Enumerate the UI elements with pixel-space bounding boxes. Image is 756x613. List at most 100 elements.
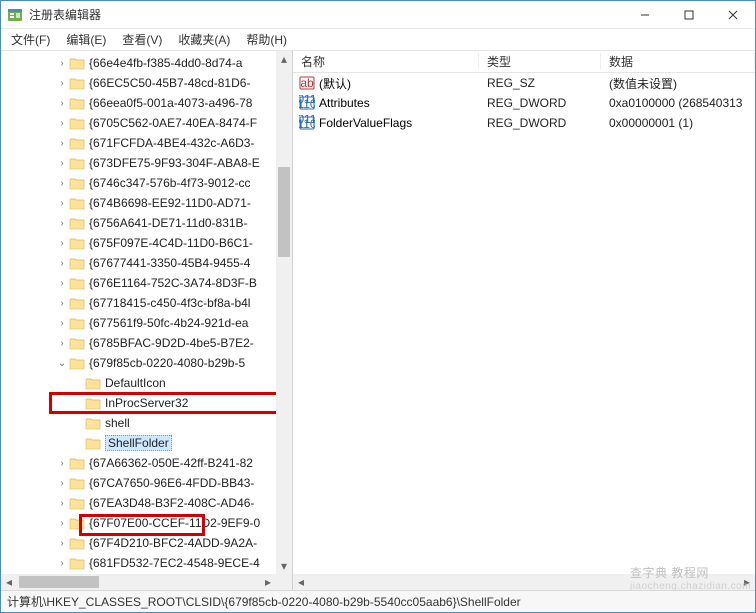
list-item[interactable]: ab(默认)REG_SZ(数值未设置) [293, 73, 755, 93]
folder-icon [69, 476, 85, 490]
folder-icon [69, 356, 85, 370]
folder-icon [85, 436, 101, 450]
tree-item-label: {671FCFDA-4BE4-432c-A6D3- [89, 136, 254, 150]
chevron-right-icon[interactable]: › [55, 498, 69, 509]
scroll-up-icon[interactable]: ▴ [276, 51, 292, 67]
tree-item-label: {67677441-3350-45B4-9455-4 [89, 256, 250, 270]
tree-item[interactable]: › {671FCFDA-4BE4-432c-A6D3- [1, 133, 276, 153]
tree-item[interactable]: ›{673DFE75-9F93-304F-ABA8-E [1, 153, 276, 173]
list-rows: ab(默认)REG_SZ(数值未设置)011110AttributesREG_D… [293, 73, 755, 133]
close-button[interactable] [711, 1, 755, 28]
tree-horizontal-scrollbar[interactable]: ◂ ▸ [1, 574, 276, 590]
tree-item[interactable]: › {66EC5C50-45B7-48cd-81D6- [1, 73, 276, 93]
tree-item[interactable]: › {67A66362-050E-42ff-B241-82 [1, 453, 276, 473]
tree-item[interactable]: ›{677561f9-50fc-4b24-921d-ea [1, 313, 276, 333]
tree-item[interactable]: ›{67EA3D48-B3F2-408C-AD46- [1, 493, 276, 513]
tree-item[interactable]: ›{675F097E-4C4D-11D0-B6C1- [1, 233, 276, 253]
list-item[interactable]: 011110FolderValueFlagsREG_DWORD0x0000000… [293, 113, 755, 133]
folder-icon [69, 536, 85, 550]
col-data[interactable]: 数据 [601, 53, 755, 70]
tree-item[interactable]: ›{66e4e4fb-f385-4dd0-8d74-a [1, 53, 276, 73]
tree-item[interactable]: ›{67CA7650-96E6-4FDD-BB43- [1, 473, 276, 493]
chevron-right-icon[interactable]: › [55, 318, 69, 329]
scroll-down-icon[interactable]: ▾ [276, 558, 292, 574]
tree-item[interactable]: › {67F07E00-CCEF-11D2-9EF9-0 [1, 513, 276, 533]
chevron-right-icon[interactable]: › [55, 78, 69, 89]
tree-item[interactable]: › {6705C562-0AE7-40EA-8474-F [1, 113, 276, 133]
tree-viewport[interactable]: ›{66e4e4fb-f385-4dd0-8d74-a›{66EC5C50-45… [1, 51, 276, 574]
folder-icon [69, 156, 85, 170]
list-item[interactable]: 011110AttributesREG_DWORD0xa0100000 (268… [293, 93, 755, 113]
tree-item[interactable]: ›{66eea0f5-001a-4073-a496-78 [1, 93, 276, 113]
folder-icon [69, 96, 85, 110]
value-type: REG_DWORD [479, 96, 601, 110]
chevron-right-icon[interactable]: › [55, 458, 69, 469]
scroll-right-icon[interactable]: ▸ [260, 574, 276, 590]
list-horizontal-scrollbar[interactable]: ◂ ▸ [293, 574, 755, 590]
tree-item-label: {67A66362-050E-42ff-B241-82 [89, 456, 253, 470]
maximize-button[interactable] [667, 1, 711, 28]
chevron-right-icon[interactable]: › [55, 218, 69, 229]
chevron-down-icon[interactable]: ⌄ [55, 358, 69, 369]
menu-edit[interactable]: 编辑(E) [60, 29, 112, 50]
scroll-thumb[interactable] [19, 576, 99, 588]
chevron-right-icon[interactable]: › [55, 58, 69, 69]
scroll-left-icon[interactable]: ◂ [1, 574, 17, 590]
chevron-right-icon[interactable]: › [55, 478, 69, 489]
chevron-right-icon[interactable]: › [55, 298, 69, 309]
tree-item[interactable]: ›{6746c347-576b-4f73-9012-cc [1, 173, 276, 193]
tree-item[interactable]: › {67F4D210-BFC2-4ADD-9A2A- [1, 533, 276, 553]
chevron-right-icon[interactable]: › [55, 178, 69, 189]
tree-item-label: {6705C562-0AE7-40EA-8474-F [89, 116, 257, 130]
tree-item[interactable]: ›{681FD532-7EC2-4548-9ECE-4 [1, 553, 276, 573]
tree-item[interactable]: ›{6756A641-DE71-11d0-831B- [1, 213, 276, 233]
scroll-right-icon[interactable]: ▸ [739, 574, 755, 590]
tree-item[interactable]: › {67677441-3350-45B4-9455-4 [1, 253, 276, 273]
regedit-icon [7, 7, 23, 23]
minimize-button[interactable] [623, 1, 667, 28]
status-path: 计算机\HKEY_CLASSES_ROOT\CLSID\{679f85cb-02… [7, 593, 521, 610]
chevron-right-icon[interactable]: › [55, 138, 69, 149]
window-controls [623, 1, 755, 28]
tree-vertical-scrollbar[interactable]: ▴ ▾ [276, 51, 292, 574]
menu-help[interactable]: 帮助(H) [240, 29, 293, 50]
folder-icon [69, 316, 85, 330]
tree-item[interactable]: › {676E1164-752C-3A74-8D3F-B [1, 273, 276, 293]
chevron-right-icon[interactable]: › [55, 278, 69, 289]
folder-icon [69, 556, 85, 570]
chevron-right-icon[interactable]: › [55, 158, 69, 169]
tree-item-label: {6785BFAC-9D2D-4be5-B7E2- [89, 336, 254, 350]
chevron-right-icon[interactable]: › [55, 118, 69, 129]
chevron-right-icon[interactable]: › [55, 558, 69, 569]
menu-file[interactable]: 文件(F) [5, 29, 56, 50]
tree-item[interactable]: DefaultIcon [1, 373, 276, 393]
tree-item-label: {66EC5C50-45B7-48cd-81D6- [89, 76, 250, 90]
scroll-track[interactable] [276, 67, 292, 558]
tree-item-label: {67F07E00-CCEF-11D2-9EF9-0 [89, 516, 260, 530]
scroll-thumb[interactable] [278, 167, 290, 257]
tree-item[interactable]: InProcServer32 [1, 393, 276, 413]
chevron-right-icon[interactable]: › [55, 238, 69, 249]
chevron-right-icon[interactable]: › [55, 338, 69, 349]
chevron-right-icon[interactable]: › [55, 98, 69, 109]
chevron-right-icon[interactable]: › [55, 258, 69, 269]
tree-item[interactable]: ›{67718415-c450-4f3c-bf8a-b4l [1, 293, 276, 313]
menu-view[interactable]: 查看(V) [116, 29, 168, 50]
tree-item[interactable]: shell [1, 413, 276, 433]
tree-item[interactable]: ShellFolder [1, 433, 276, 453]
tree-item-label: {67F4D210-BFC2-4ADD-9A2A- [89, 536, 257, 550]
value-type: REG_DWORD [479, 116, 601, 130]
scroll-left-icon[interactable]: ◂ [293, 574, 309, 590]
folder-icon [69, 296, 85, 310]
tree-item[interactable]: › {6785BFAC-9D2D-4be5-B7E2- [1, 333, 276, 353]
chevron-right-icon[interactable]: › [55, 538, 69, 549]
chevron-right-icon[interactable]: › [55, 518, 69, 529]
chevron-right-icon[interactable]: › [55, 198, 69, 209]
tree-item[interactable]: ›{674B6698-EE92-11D0-AD71- [1, 193, 276, 213]
menu-favorites[interactable]: 收藏夹(A) [172, 29, 236, 50]
col-name[interactable]: 名称 [293, 53, 479, 70]
col-type[interactable]: 类型 [479, 53, 601, 70]
tree-item[interactable]: ⌄{679f85cb-0220-4080-b29b-5 [1, 353, 276, 373]
folder-icon [69, 56, 85, 70]
tree-item-label: {676E1164-752C-3A74-8D3F-B [89, 276, 257, 290]
